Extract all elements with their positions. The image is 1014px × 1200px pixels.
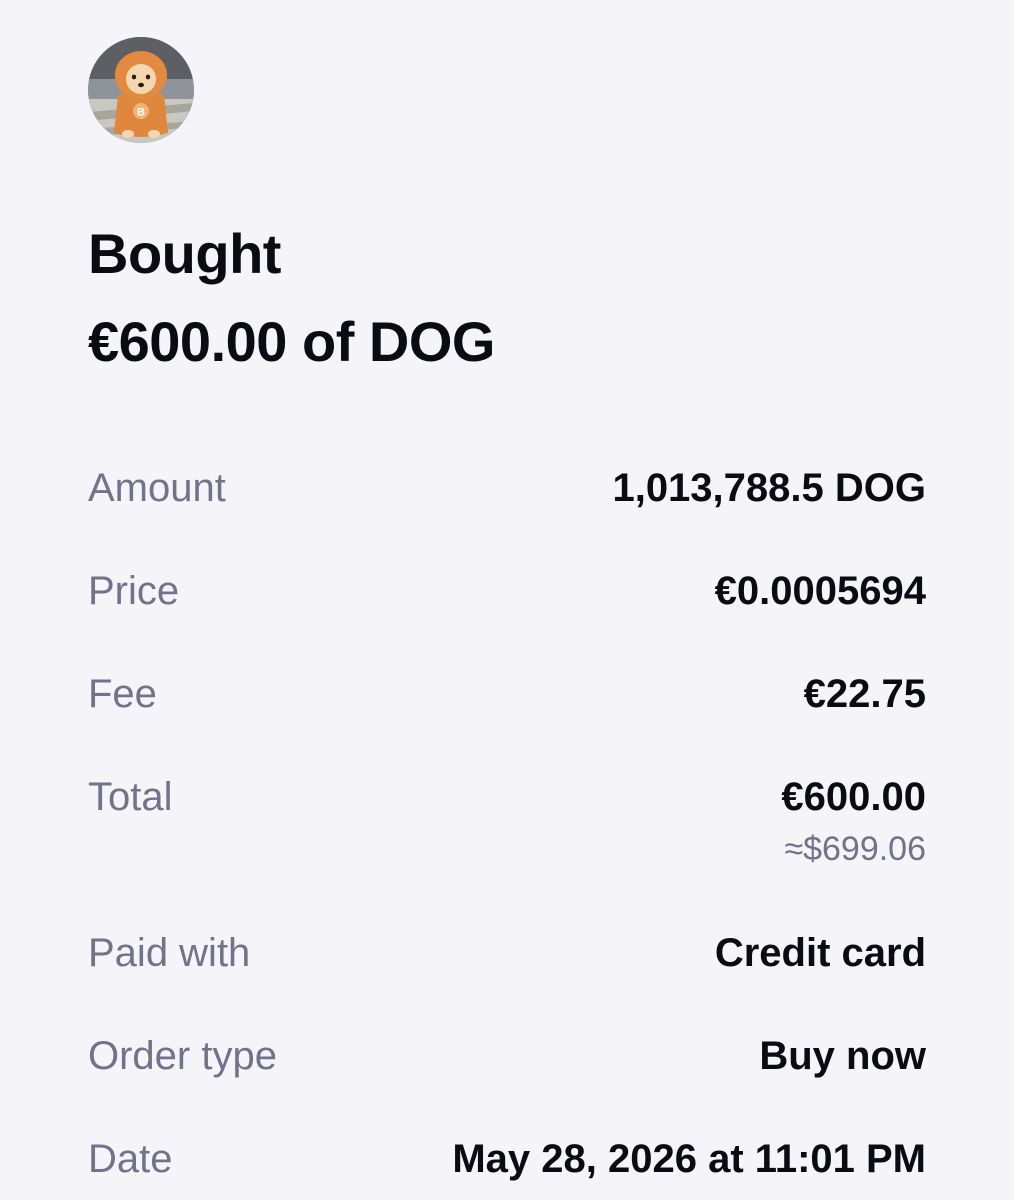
title-line-action: Bought [88, 222, 281, 285]
date-value: May 28, 2026 at 11:01 PM [452, 1137, 926, 1181]
total-value: €600.00 [781, 775, 926, 819]
paid-with-value: Credit card [714, 931, 926, 975]
total-usd-equivalent: ≈$699.06 [784, 830, 926, 868]
amount-value: 1,013,788.5 DOG [612, 466, 926, 510]
transaction-detail-page: B Bought €600.00 of DOG Amount 1,013,788… [0, 0, 1014, 1200]
order-type-label: Order type [88, 1034, 277, 1078]
fee-label: Fee [88, 672, 157, 716]
title-line-amount: €600.00 of DOG [88, 310, 495, 373]
dog-avatar-icon: B [88, 37, 194, 143]
asset-avatar: B [88, 37, 194, 143]
price-label: Price [88, 569, 180, 613]
paid-with-label: Paid with [88, 931, 251, 975]
fee-value: €22.75 [803, 672, 926, 716]
amount-label: Amount [88, 466, 226, 510]
order-type-value: Buy now [759, 1034, 926, 1078]
price-value: €0.0005694 [714, 569, 926, 613]
avatar-badge-glyph: B [137, 107, 145, 119]
page-title: Bought €600.00 of DOG [88, 210, 495, 386]
date-label: Date [88, 1137, 173, 1181]
total-label: Total [88, 775, 173, 819]
